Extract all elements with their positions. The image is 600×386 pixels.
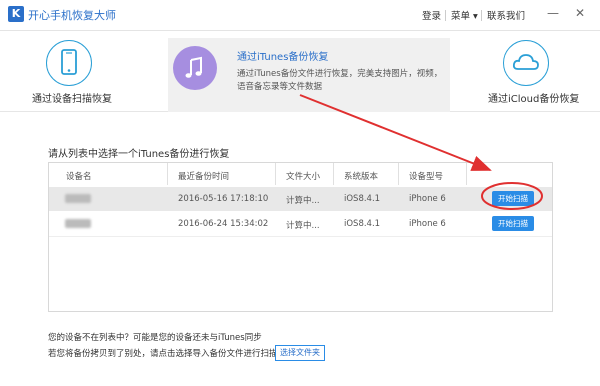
annotation-circle <box>481 182 543 210</box>
annotation-arrow <box>299 94 492 171</box>
annotation-overlay <box>299 94 543 210</box>
